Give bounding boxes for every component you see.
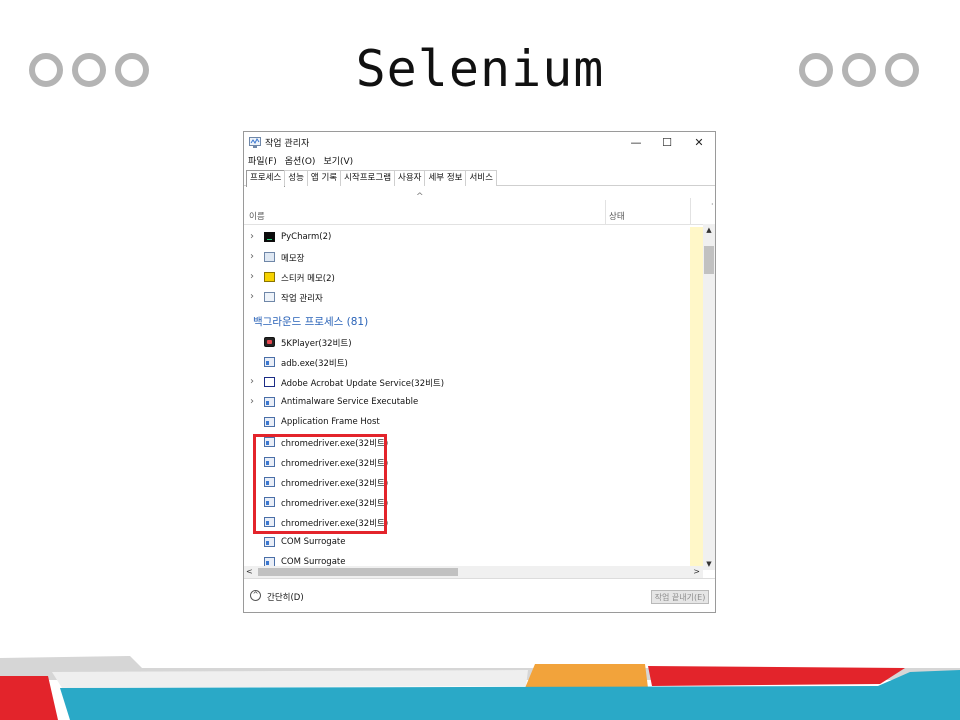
footer-white-band: [52, 670, 528, 688]
status-column-fill: [690, 227, 703, 570]
process-row-pycharm[interactable]: › PyCharm(2): [244, 227, 690, 247]
fewer-details-link[interactable]: 간단히(D): [267, 591, 304, 603]
column-more: ·: [711, 200, 714, 209]
background-processes-group: 백그라운드 프로세스 (81): [244, 307, 690, 332]
close-button[interactable]: ✕: [684, 134, 714, 152]
task-manager-icon: [249, 137, 261, 148]
footer-red-band-right: [648, 666, 905, 686]
process-name: adb.exe(32비트): [281, 359, 348, 369]
decor-circle: [799, 53, 833, 87]
menu-bar: 파일(F) 옵션(O) 보기(V): [244, 154, 357, 170]
process-name: 5KPlayer(32비트): [281, 339, 352, 349]
process-name: Antimalware Service Executable: [281, 397, 419, 407]
window-title: 작업 관리자: [265, 139, 310, 149]
footer-orange-band: [525, 664, 648, 688]
process-row[interactable]: Application Frame Host: [244, 412, 690, 432]
slide-footer-decoration: [0, 656, 960, 720]
chromedriver-highlight-box: [253, 434, 387, 534]
chevron-up-icon[interactable]: ^: [250, 590, 261, 601]
title-bar[interactable]: 작업 관리자 — ☐ ✕: [244, 132, 715, 154]
horizontal-scroll-thumb[interactable]: [258, 568, 458, 576]
tab-startup[interactable]: 시작프로그램: [340, 170, 396, 186]
process-name: 스티커 메모(2): [281, 274, 335, 284]
maximize-button[interactable]: ☐: [652, 134, 682, 152]
exe-icon: [264, 397, 275, 407]
process-name: COM Surrogate: [281, 537, 346, 547]
process-row[interactable]: › Antimalware Service Executable: [244, 392, 690, 412]
scroll-right-icon[interactable]: >: [693, 567, 700, 576]
decor-circle: [842, 53, 876, 87]
column-separator[interactable]: [605, 200, 606, 224]
scroll-down-icon[interactable]: ▼: [703, 560, 715, 568]
tab-users[interactable]: 사용자: [394, 170, 426, 186]
process-row-sticky-notes[interactable]: › 스티커 메모(2): [244, 267, 690, 287]
minimize-button[interactable]: —: [621, 134, 651, 152]
column-name[interactable]: 이름: [249, 210, 265, 222]
tab-strip: 프로세스 성능 앱 기록 시작프로그램 사용자 세부 정보 서비스: [246, 170, 497, 187]
process-row[interactable]: › Adobe Acrobat Update Service(32비트): [244, 372, 690, 392]
process-row[interactable]: adb.exe(32비트): [244, 352, 690, 372]
tab-app-history[interactable]: 앱 기록: [306, 170, 342, 186]
tab-details[interactable]: 세부 정보: [424, 170, 467, 186]
expand-chevron-icon[interactable]: ›: [250, 251, 254, 263]
menu-view[interactable]: 보기(V): [319, 154, 357, 170]
end-task-button[interactable]: 작업 끝내기(E): [651, 590, 709, 604]
process-name: 작업 관리자: [281, 294, 323, 304]
task-manager-icon: [264, 292, 275, 302]
vertical-scrollbar[interactable]: ▲ ▼: [703, 224, 715, 570]
tab-services[interactable]: 서비스: [465, 170, 497, 186]
pycharm-icon: [264, 232, 275, 242]
sticky-notes-icon: [264, 272, 275, 282]
expand-chevron-icon[interactable]: ›: [250, 376, 254, 388]
tab-processes[interactable]: 프로세스: [246, 170, 286, 187]
expand-chevron-icon[interactable]: ›: [250, 396, 254, 408]
expand-chevron-icon[interactable]: ›: [250, 291, 254, 303]
exe-icon: [264, 357, 275, 367]
acrobat-icon: [264, 377, 275, 387]
vertical-scroll-thumb[interactable]: [704, 246, 714, 274]
decor-circle: [885, 53, 919, 87]
group-title: 백그라운드 프로세스 (81): [253, 316, 369, 328]
sort-indicator-icon: ^: [416, 192, 424, 202]
decor-circles-right: [799, 53, 919, 87]
process-name: PyCharm(2): [281, 232, 332, 242]
expand-chevron-icon[interactable]: ›: [250, 271, 254, 283]
bottom-bar: ^ 간단히(D) 작업 끝내기(E): [244, 578, 715, 613]
horizontal-scrollbar[interactable]: < >: [244, 566, 703, 578]
process-row[interactable]: 5KPlayer(32비트): [244, 332, 690, 352]
scroll-left-icon[interactable]: <: [246, 567, 253, 576]
process-row-notepad[interactable]: › 메모장: [244, 247, 690, 267]
scroll-up-icon[interactable]: ▲: [703, 226, 715, 234]
process-row-task-manager[interactable]: › 작업 관리자: [244, 287, 690, 307]
column-status[interactable]: 상태: [609, 210, 625, 222]
exe-icon: [264, 537, 275, 547]
column-header: ^ 이름 상태 ·: [244, 186, 715, 225]
menu-options[interactable]: 옵션(O): [281, 154, 320, 170]
menu-file[interactable]: 파일(F): [244, 154, 281, 170]
column-separator[interactable]: [690, 198, 691, 224]
exe-icon: [264, 417, 275, 427]
notepad-icon: [264, 252, 275, 262]
5kplayer-icon: [264, 337, 275, 347]
expand-chevron-icon[interactable]: ›: [250, 231, 254, 243]
tab-performance[interactable]: 성능: [284, 170, 308, 186]
process-row[interactable]: COM Surrogate: [244, 532, 690, 552]
task-manager-window: 작업 관리자 — ☐ ✕ 파일(F) 옵션(O) 보기(V) 프로세스 성능 앱…: [243, 131, 716, 613]
footer-red-band-left: [0, 676, 58, 720]
process-name: Application Frame Host: [281, 417, 380, 427]
process-name: Adobe Acrobat Update Service(32비트): [281, 379, 445, 389]
process-name: 메모장: [281, 254, 305, 264]
